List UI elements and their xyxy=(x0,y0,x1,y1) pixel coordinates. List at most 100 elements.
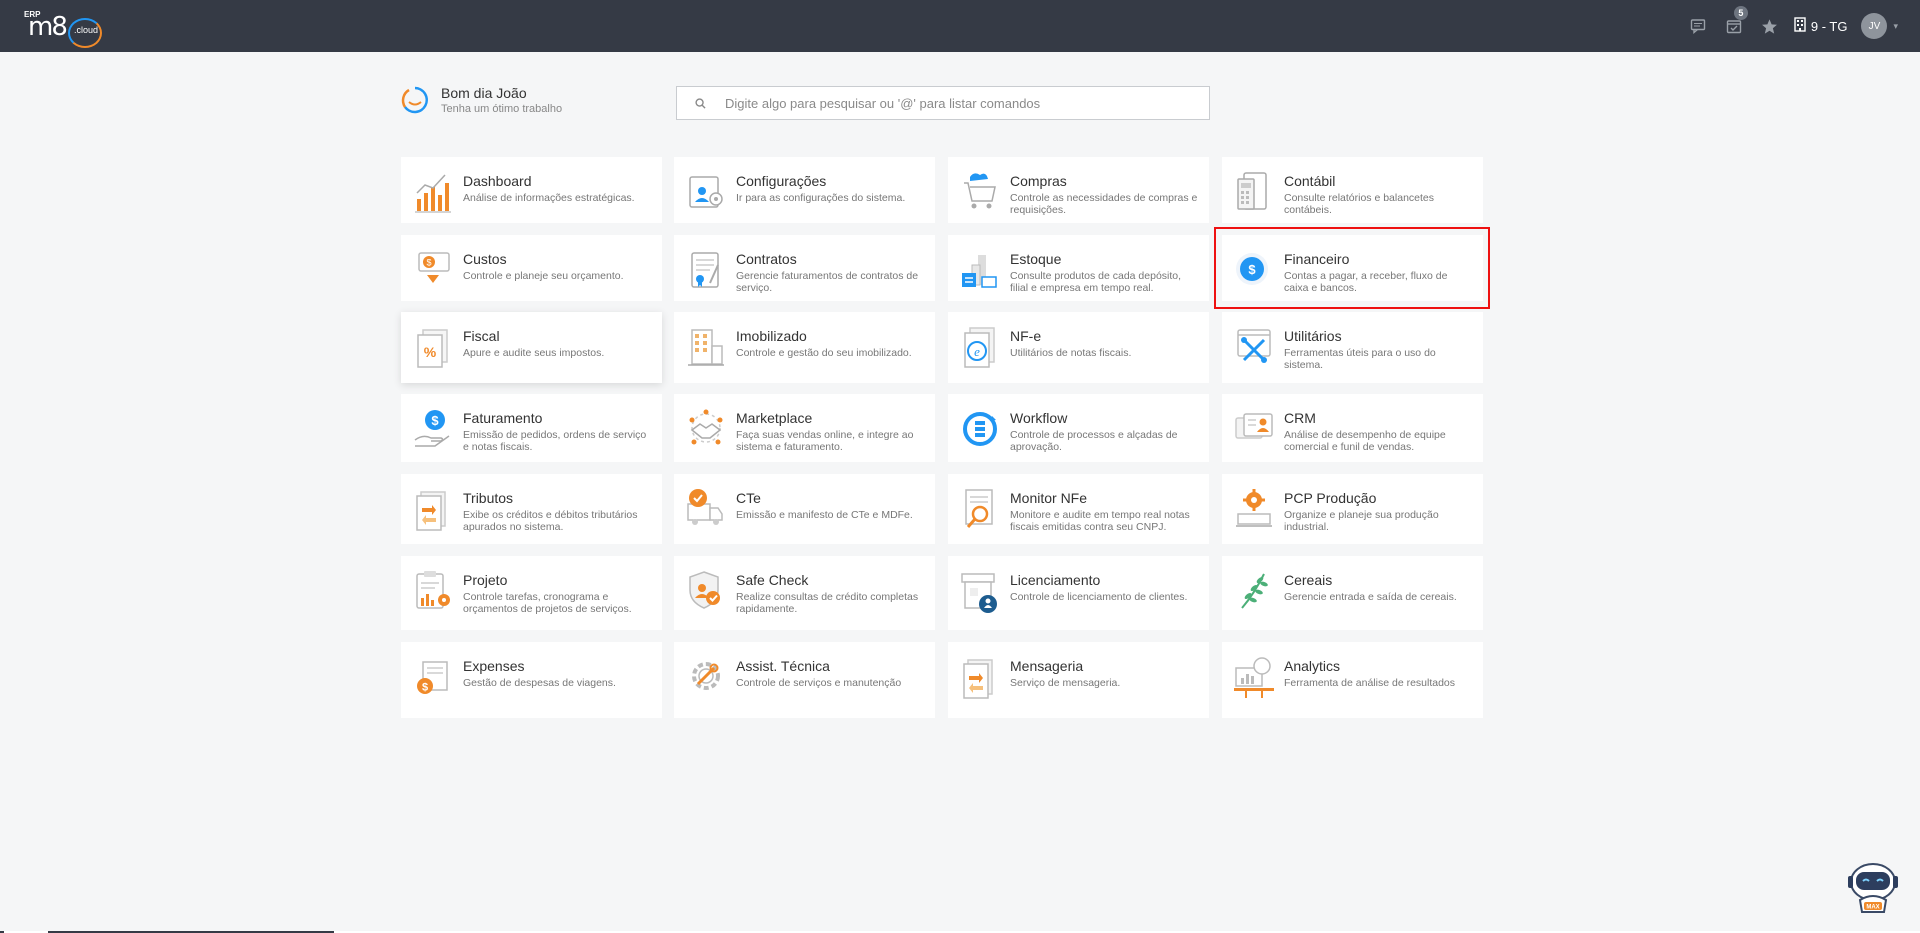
logo-cloud-text: .cloud xyxy=(74,25,99,35)
document-search-icon xyxy=(958,486,1002,532)
module-title: CRM xyxy=(1284,410,1316,426)
module-desc: Emissão e manifesto de CTe e MDFe. xyxy=(736,509,913,521)
notification-badge: 5 xyxy=(1733,6,1748,20)
budget-money-icon: $ xyxy=(411,247,455,293)
dollar-coin-icon: $ xyxy=(1232,247,1276,293)
company-selector[interactable]: 9 - TG xyxy=(1794,17,1847,35)
module-desc: Análise de desempenho de equipe comercia… xyxy=(1284,429,1446,453)
greeting-title: Bom dia João xyxy=(441,85,527,101)
module-desc: Controle de processos e alçadas de aprov… xyxy=(1010,429,1178,453)
user-avatar[interactable]: JV xyxy=(1861,13,1888,39)
module-card-assist-tecnica[interactable]: Assist. Técnica Controle de serviços e ma… xyxy=(674,642,935,718)
module-card-compras[interactable]: Compras Controle as necessidades de compr… xyxy=(948,157,1209,223)
module-card-analytics[interactable]: Analytics Ferramenta de análise de result… xyxy=(1222,642,1483,718)
tools-wrench-icon xyxy=(1232,324,1276,370)
module-desc: Análise de informações estratégicas. xyxy=(463,192,635,204)
module-title: Contratos xyxy=(736,251,797,267)
module-title: Cereais xyxy=(1284,572,1333,588)
calendar-check-icon[interactable]: 5 xyxy=(1716,0,1752,52)
svg-text:$: $ xyxy=(1248,262,1256,277)
module-title: Custos xyxy=(463,251,507,267)
module-card-fiscal[interactable]: % Fiscal Apure e audite seus impostos. xyxy=(401,312,662,383)
greeting-subtitle: Tenha um ótimo trabalho xyxy=(441,103,563,115)
module-title: Projeto xyxy=(463,572,508,588)
building-icon xyxy=(1794,17,1806,35)
message-transfer-icon xyxy=(958,654,1002,700)
handshake-icon xyxy=(684,406,728,452)
module-card-pcp-producao[interactable]: PCP Produção Organize e planeje sua produ… xyxy=(1222,474,1483,544)
module-card-monitor-nfe[interactable]: Monitor NFe Monitore e audite em tempo re… xyxy=(948,474,1209,544)
module-card-workflow[interactable]: Workflow Controle de processos e alçadas … xyxy=(948,394,1209,462)
module-card-cte[interactable]: CTe Emissão e manifesto de CTe e MDFe. xyxy=(674,474,935,544)
module-card-mensageria[interactable]: Mensageria Serviço de mensageria. xyxy=(948,642,1209,718)
license-lock-icon xyxy=(958,568,1002,614)
workflow-cycle-icon xyxy=(958,406,1002,452)
search-input[interactable] xyxy=(723,94,1209,112)
module-title: Marketplace xyxy=(736,410,813,426)
module-card-safe-check[interactable]: Safe Check Realize consultas de crédito c… xyxy=(674,556,935,630)
module-desc: Emissão de pedidos, ordens de serviço e … xyxy=(463,429,647,453)
module-card-imobilizado[interactable]: Imobilizado Controle e gestão do seu imob… xyxy=(674,312,935,383)
module-card-expenses[interactable]: $ Expenses Gestão de despesas de viagens. xyxy=(401,642,662,718)
module-card-tributos[interactable]: Tributos Exibe os créditos e débitos trib… xyxy=(401,474,662,544)
contact-card-icon xyxy=(1232,406,1276,452)
module-card-faturamento[interactable]: $ Faturamento Emissão de pedidos, ordens … xyxy=(401,394,662,462)
module-desc: Exibe os créditos e débitos tributários … xyxy=(463,509,638,533)
m8-logo[interactable]: ERP m8 .cloud xyxy=(22,8,104,48)
module-card-projeto[interactable]: Projeto Controle tarefas, cronograma e or… xyxy=(401,556,662,630)
module-title: Fiscal xyxy=(463,328,500,344)
module-title: Compras xyxy=(1010,173,1067,189)
module-title: Utilitários xyxy=(1284,328,1342,344)
module-desc: Contas a pagar, a receber, fluxo de caix… xyxy=(1284,270,1448,294)
module-card-cereais[interactable]: Cereais Gerencie entrada e saída de cerea… xyxy=(1222,556,1483,630)
max-assistant-button[interactable]: MAX xyxy=(1846,860,1900,916)
module-desc: Utilitários de notas fiscais. xyxy=(1010,347,1132,359)
module-card-contabil[interactable]: Contábil Consulte relatórios e balancetes… xyxy=(1222,157,1483,223)
module-title: Workflow xyxy=(1010,410,1068,426)
module-card-configuracoes[interactable]: Configurações Ir para as configurações do… xyxy=(674,157,935,223)
module-desc: Consulte produtos de cada depósito, fili… xyxy=(1010,270,1182,294)
gear-wrench-icon xyxy=(684,654,728,700)
module-card-nfe[interactable]: e NF-e Utilitários de notas fiscais. xyxy=(948,312,1209,383)
chat-icon[interactable] xyxy=(1680,0,1716,52)
star-icon[interactable] xyxy=(1752,0,1788,52)
warehouse-boxes-icon xyxy=(958,247,1002,293)
shopping-cart-icon xyxy=(958,169,1002,215)
module-title: Mensageria xyxy=(1010,658,1084,674)
module-card-custos[interactable]: $ Custos Controle e planeje seu orçamento… xyxy=(401,235,662,301)
truck-check-icon xyxy=(684,486,728,532)
module-card-contratos[interactable]: Contratos Gerencie faturamentos de contra… xyxy=(674,235,935,301)
svg-text:$: $ xyxy=(422,682,428,694)
module-desc: Serviço de mensageria. xyxy=(1010,677,1121,689)
search-box[interactable] xyxy=(676,86,1210,120)
module-desc: Controle e planeje seu orçamento. xyxy=(463,270,624,282)
svg-text:%: % xyxy=(424,344,437,360)
module-card-dashboard[interactable]: Dashboard Análise de informações estratég… xyxy=(401,157,662,223)
module-card-marketplace[interactable]: Marketplace Faça suas vendas online, e in… xyxy=(674,394,935,462)
module-title: Safe Check xyxy=(736,572,809,588)
billing-hand-icon: $ xyxy=(411,406,455,452)
tax-transfer-icon xyxy=(411,486,455,532)
module-card-utilitarios[interactable]: Utilitários Ferramentas úteis para o uso … xyxy=(1222,312,1483,383)
module-desc: Faça suas vendas online, e integre ao si… xyxy=(736,429,914,453)
module-desc: Controle tarefas, cronograma e orçamento… xyxy=(463,591,632,615)
module-title: Tributos xyxy=(463,490,514,506)
module-card-licenciamento[interactable]: Licenciamento Controle de licenciamento d… xyxy=(948,556,1209,630)
module-title: Faturamento xyxy=(463,410,543,426)
settings-user-icon xyxy=(684,169,728,215)
tax-percent-document-icon: % xyxy=(411,324,455,370)
module-title: NF-e xyxy=(1010,328,1042,344)
chevron-down-icon[interactable]: ▾ xyxy=(1893,21,1898,32)
module-desc: Controle e gestão do seu imobilizado. xyxy=(736,347,912,359)
contract-document-icon xyxy=(684,247,728,293)
module-title: Licenciamento xyxy=(1010,572,1101,588)
production-gear-icon xyxy=(1232,486,1276,532)
svg-text:e: e xyxy=(974,344,980,359)
module-card-crm[interactable]: CRM Análise de desempenho de equipe comer… xyxy=(1222,394,1483,462)
module-card-financeiro[interactable]: $ Financeiro Contas a pagar, a receber, f… xyxy=(1222,235,1483,301)
module-card-estoque[interactable]: Estoque Consulte produtos de cada depósit… xyxy=(948,235,1209,301)
building-asset-icon xyxy=(684,324,728,370)
module-title: Monitor NFe xyxy=(1010,490,1088,506)
module-desc: Organize e planeje sua produção industri… xyxy=(1284,509,1439,533)
module-desc: Monitore e audite em tempo real notas fi… xyxy=(1010,509,1190,533)
